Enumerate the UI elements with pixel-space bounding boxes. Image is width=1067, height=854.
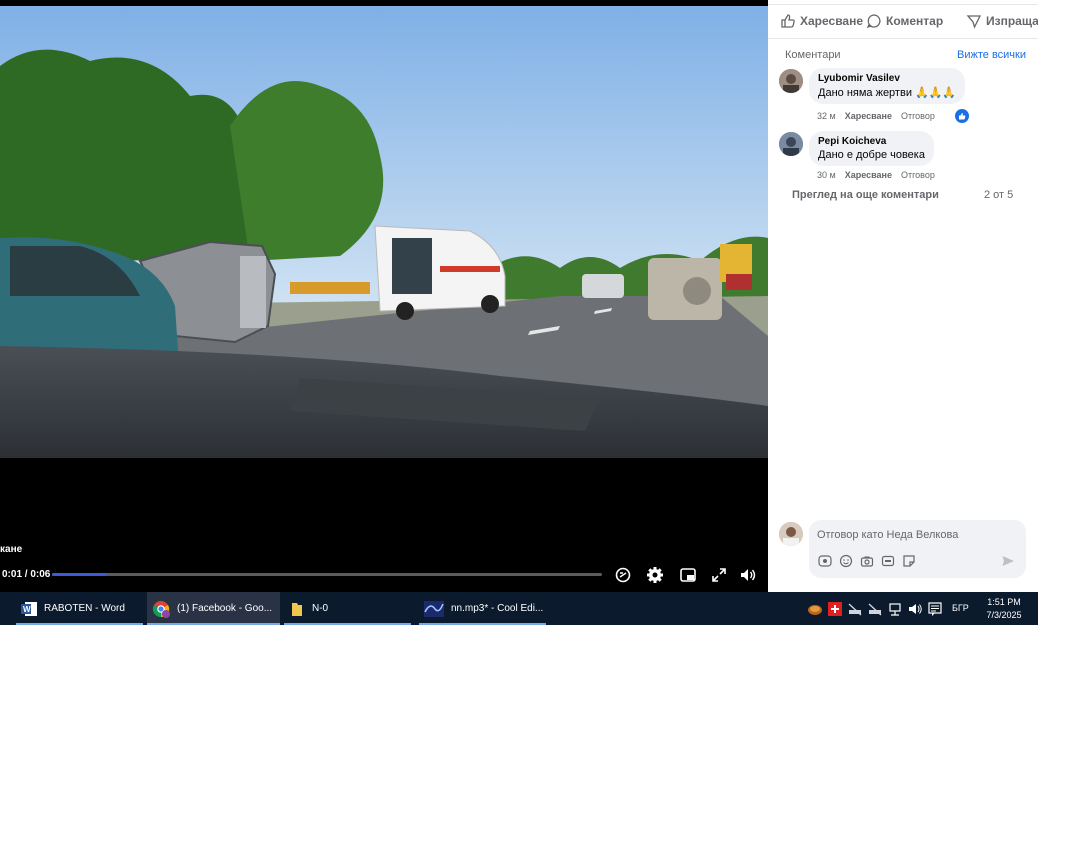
- post-actions: Харесване Коментар Изпраща: [768, 4, 1038, 39]
- language-indicator[interactable]: БГР: [952, 603, 969, 613]
- camera-icon[interactable]: [860, 554, 874, 568]
- antivirus-icon[interactable]: [827, 601, 843, 617]
- red-car: [726, 274, 752, 290]
- like-action[interactable]: Харесване: [780, 13, 863, 29]
- volume-icon[interactable]: [738, 565, 758, 585]
- taskbar-item-label: RABOTEN - Word: [44, 603, 125, 614]
- see-all-link[interactable]: Вижте всички: [957, 49, 1026, 61]
- comment-age: 30 м: [817, 170, 836, 180]
- progress-bar[interactable]: [52, 573, 602, 576]
- reply-input[interactable]: Отговор като Неда Велкова: [809, 520, 1026, 578]
- video-player[interactable]: кане 0:01 / 0:06: [0, 0, 768, 592]
- car-roof: [240, 256, 266, 328]
- mini-player-icon[interactable]: [678, 565, 698, 585]
- taskbar-item-label: (1) Facebook - Goo...: [177, 603, 273, 614]
- ambulance-wheel: [481, 295, 499, 313]
- comments-panel: Харесване Коментар Изпраща Коментари Виж…: [768, 0, 1038, 592]
- speaker-icon[interactable]: [907, 601, 923, 617]
- ambulance-stripe: [440, 266, 500, 272]
- screen: кане 0:01 / 0:06 Харесване Коментар Изпр…: [0, 0, 1038, 625]
- active-indicator: [16, 623, 143, 625]
- comment-meta: 32 м Харесване Отговор: [817, 111, 935, 121]
- comment-author[interactable]: Lyubomir Vasilev: [818, 73, 956, 84]
- current-user-avatar[interactable]: [779, 522, 803, 546]
- taskbar-item-word[interactable]: W RABOTEN - Word: [16, 592, 143, 625]
- progress-fill: [52, 573, 107, 576]
- chrome-icon: [152, 600, 170, 618]
- video-frame[interactable]: [0, 6, 768, 458]
- comment-age: 32 м: [817, 111, 836, 121]
- comment-text: Дано няма жертви 🙏🙏🙏: [818, 87, 957, 99]
- taskbar-item-label: N-0: [312, 603, 329, 614]
- clock-date: 7/3/2025: [986, 610, 1022, 620]
- car-ahead: [582, 274, 624, 298]
- taskbar-item-label: nn.mp3* - Cool Edi...: [451, 603, 544, 614]
- comment-like-link[interactable]: Харесване: [845, 170, 892, 180]
- emoji-icon[interactable]: [839, 554, 853, 568]
- taskbar-item-chrome[interactable]: (1) Facebook - Goo...: [147, 592, 280, 625]
- comment-bubble-icon: [866, 14, 881, 29]
- user-avatar-icon: [779, 132, 803, 156]
- share-label: Изпраща: [986, 14, 1038, 28]
- taskbar-item-cool-edit[interactable]: nn.mp3* - Cool Edi...: [419, 592, 546, 625]
- clock[interactable]: 1:51 PM 7/3/2025: [976, 596, 1032, 622]
- clock-time: 1:51 PM: [987, 597, 1021, 607]
- comment-like-link[interactable]: Харесване: [845, 111, 892, 121]
- comment-reply-link[interactable]: Отговор: [901, 111, 935, 121]
- svg-text:W: W: [23, 605, 31, 614]
- user-avatar-icon: [779, 522, 803, 546]
- avatar[interactable]: [779, 132, 803, 156]
- like-label: Харесване: [800, 14, 864, 28]
- fullscreen-icon[interactable]: [709, 565, 729, 585]
- tray-app-icon[interactable]: [807, 601, 823, 617]
- thumbs-up-icon: [781, 14, 795, 28]
- comment-action[interactable]: Коментар: [866, 13, 943, 29]
- view-more-comments-link[interactable]: Преглед на още коментари: [792, 189, 939, 201]
- comment-author[interactable]: Pepi Koicheva: [818, 136, 925, 147]
- taskbar: W RABOTEN - Word (1) Facebook - Goo... N…: [0, 592, 1038, 625]
- captions-icon[interactable]: [613, 565, 633, 585]
- notifications-icon[interactable]: [927, 601, 943, 617]
- active-indicator: [284, 623, 411, 625]
- folder-icon: [292, 602, 302, 616]
- cool-edit-icon: [424, 600, 444, 617]
- user-avatar-icon: [779, 69, 803, 93]
- avatar[interactable]: [779, 69, 803, 93]
- send-icon[interactable]: [1001, 554, 1015, 568]
- like-reaction-icon[interactable]: [955, 109, 969, 123]
- sticker-icon[interactable]: [902, 554, 916, 568]
- comment-label: Коментар: [886, 14, 944, 28]
- active-indicator: [419, 623, 546, 625]
- comments-count: 2 от 5: [984, 189, 1014, 201]
- ambulance-wheel: [396, 302, 414, 320]
- comment-text: Дано е добре човека: [818, 149, 925, 161]
- taskbar-item-folder[interactable]: N-0: [284, 592, 411, 625]
- comment-bubble: Pepi Koicheva Дано е добре човека: [809, 131, 934, 166]
- network-disabled-icon[interactable]: [847, 601, 863, 617]
- share-icon: [966, 15, 982, 29]
- drive-disabled-icon[interactable]: [867, 601, 883, 617]
- word-icon: W: [21, 601, 37, 616]
- comments-heading: Коментари: [785, 49, 841, 61]
- video-caption: кане: [0, 544, 23, 555]
- reply-placeholder: Отговор като Неда Велкова: [817, 529, 959, 541]
- avatar-sticker-icon[interactable]: [818, 554, 832, 568]
- stretcher: [290, 282, 370, 294]
- spare-tire: [683, 277, 711, 305]
- ambulance-door-opening: [392, 238, 432, 294]
- comment-meta: 30 м Харесване Отговор: [817, 170, 935, 180]
- share-action[interactable]: Изпраща: [966, 13, 1038, 29]
- comment-bubble: Lyubomir Vasilev Дано няма жертви 🙏🙏🙏: [809, 68, 966, 104]
- comment-reply-link[interactable]: Отговор: [901, 170, 935, 180]
- settings-gear-icon[interactable]: [645, 565, 665, 585]
- active-indicator: [147, 623, 280, 625]
- video-controls: 0:01 / 0:06: [0, 563, 768, 587]
- video-time: 0:01 / 0:06: [2, 569, 51, 580]
- network-icon[interactable]: [887, 601, 903, 617]
- gif-icon[interactable]: [881, 554, 895, 568]
